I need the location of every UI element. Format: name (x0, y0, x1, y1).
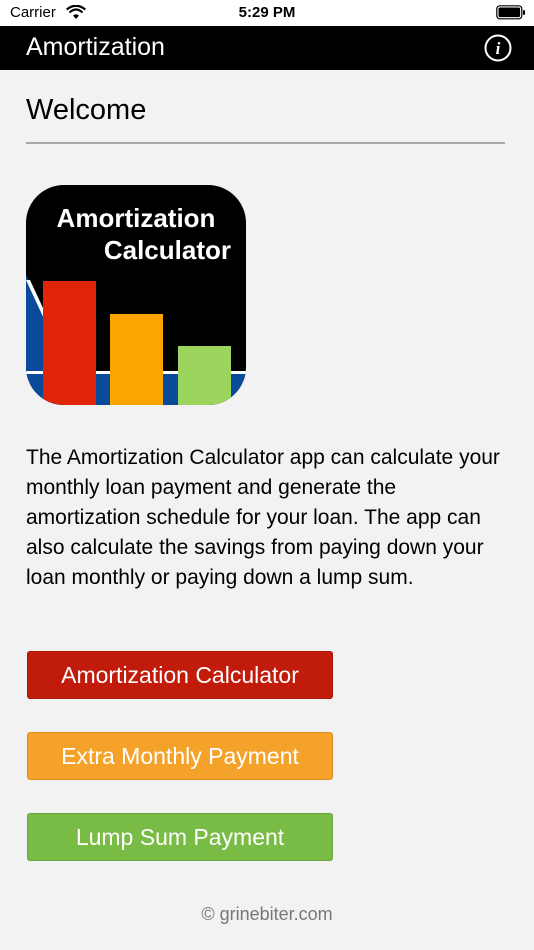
page-title: Welcome (26, 94, 147, 126)
app-logo: Amortization Calculator (26, 185, 246, 405)
divider (26, 142, 505, 144)
info-glyph: i (496, 39, 501, 58)
extra-monthly-payment-button[interactable]: Extra Monthly Payment (27, 732, 333, 780)
logo-bar-orange (110, 314, 163, 405)
footer-copyright: © grinebiter.com (201, 904, 333, 924)
nav-title: Amortization (26, 33, 165, 61)
status-bar: Carrier 5:29 PM (0, 0, 534, 26)
lump-sum-payment-button[interactable]: Lump Sum Payment (27, 813, 333, 861)
info-icon: i (484, 34, 512, 62)
logo-text-line1: Amortization (57, 203, 216, 233)
info-button[interactable]: i (484, 34, 512, 62)
battery-icon (496, 5, 526, 25)
logo-text-line2: Calculator (104, 235, 231, 265)
logo-bar-red (43, 281, 96, 405)
nav-bar: Amortization i (0, 26, 534, 70)
logo-bar-green (178, 346, 231, 405)
status-time: 5:29 PM (238, 4, 296, 21)
amortization-calculator-button[interactable]: Amortization Calculator (27, 651, 333, 699)
intro-text: The Amortization Calculator app can calc… (26, 446, 500, 589)
